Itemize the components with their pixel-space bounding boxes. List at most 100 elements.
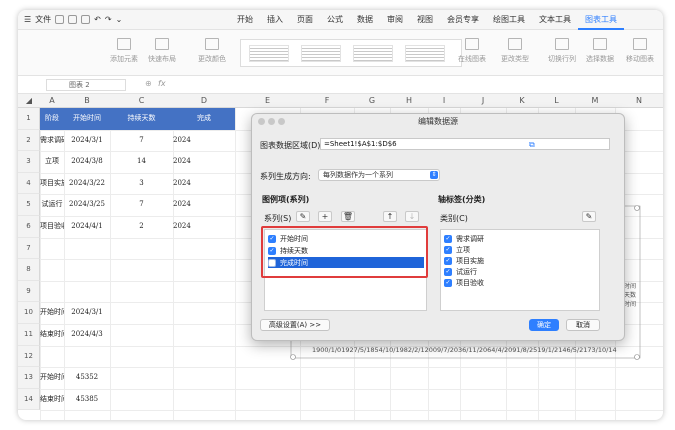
row-header-11[interactable]: 11 <box>18 324 40 346</box>
category-list[interactable]: ✓ 需求调研 ✓ 立项 ✓ 项目实施 ✓ 试运行 ✓ 项目验收 <box>440 229 600 311</box>
menu-icon[interactable]: ☰ <box>24 15 31 24</box>
row-header-1[interactable]: 1 <box>18 108 40 130</box>
cell-C6[interactable]: 2 <box>110 216 173 238</box>
column-header-F[interactable]: F <box>300 94 354 108</box>
redo-icon[interactable]: ↷ <box>105 15 112 24</box>
cell-D3[interactable]: 2024 <box>173 151 235 173</box>
cell-D1[interactable]: 完成 <box>173 108 235 130</box>
move-chart-button[interactable]: 移动图表 <box>626 38 654 64</box>
change-color-button[interactable]: 更改颜色 <box>198 38 226 64</box>
cell-A6[interactable]: 项目验收 <box>40 216 64 238</box>
cell-D4[interactable]: 2024 <box>173 173 235 195</box>
move-down-icon[interactable]: ↓ <box>405 211 419 222</box>
preview-icon[interactable] <box>81 15 91 24</box>
column-header-E[interactable]: E <box>235 94 300 108</box>
cell-B6[interactable]: 2024/4/1 <box>64 216 110 238</box>
category-checkbox[interactable]: ✓ <box>444 256 452 265</box>
row-header-4[interactable]: 4 <box>18 172 40 195</box>
cell-A2[interactable]: 需求调研 <box>40 130 64 152</box>
cell-B1[interactable]: 开始时间 <box>64 108 110 130</box>
range-picker-icon[interactable]: ⧉ <box>529 140 535 150</box>
cell-B4[interactable]: 2024/3/22 <box>64 173 110 195</box>
row-header-13[interactable]: 13 <box>18 367 40 389</box>
cell-A5[interactable]: 试运行 <box>40 194 64 216</box>
cell-C4[interactable]: 3 <box>110 173 173 195</box>
quick-layout-button[interactable]: 快速布局 <box>148 38 176 64</box>
cell-D2[interactable]: 2024 <box>173 130 235 152</box>
row-header-10[interactable]: 10 <box>18 302 40 324</box>
tab-5[interactable]: 审阅 <box>380 10 410 30</box>
row-header-12[interactable]: 12 <box>18 345 40 368</box>
cell-D6[interactable]: 2024 <box>173 216 235 238</box>
cell-B14[interactable]: 45385 <box>64 389 110 411</box>
row-header-2[interactable]: 2 <box>18 129 40 152</box>
cell-C1[interactable]: 持续天数 <box>110 108 173 130</box>
column-header-K[interactable]: K <box>506 94 538 108</box>
chart-handle[interactable] <box>634 354 640 360</box>
cell-D5[interactable]: 2024 <box>173 194 235 216</box>
cell-B13[interactable]: 45352 <box>64 367 110 389</box>
column-header-J[interactable]: J <box>460 94 506 108</box>
move-up-icon[interactable]: ↑ <box>383 211 397 222</box>
tab-6[interactable]: 视图 <box>410 10 440 30</box>
column-header-G[interactable]: G <box>354 94 390 108</box>
category-item[interactable]: ✓ 立项 <box>444 244 600 255</box>
print-icon[interactable] <box>68 15 78 24</box>
row-header-14[interactable]: 14 <box>18 388 40 411</box>
column-header-N[interactable]: N <box>615 94 663 108</box>
row-header-7[interactable]: 7 <box>18 237 40 260</box>
cell-A10[interactable]: 开始时间 <box>40 302 64 324</box>
cell-A3[interactable]: 立项 <box>40 151 64 173</box>
row-header-3[interactable]: 3 <box>18 151 40 173</box>
category-item[interactable]: ✓ 项目验收 <box>444 277 600 288</box>
tab-10[interactable]: 图表工具 <box>578 10 624 30</box>
chart-handle[interactable] <box>290 354 296 360</box>
column-header-H[interactable]: H <box>390 94 428 108</box>
category-item[interactable]: ✓ 试运行 <box>444 266 600 277</box>
cell-B11[interactable]: 2024/4/3 <box>64 324 110 346</box>
column-header-I[interactable]: I <box>428 94 460 108</box>
cell-A4[interactable]: 项目实施 <box>40 173 64 195</box>
column-header-D[interactable]: D <box>173 94 235 108</box>
cell-B10[interactable]: 2024/3/1 <box>64 302 110 324</box>
column-header-A[interactable]: A <box>40 94 64 108</box>
add-series-icon[interactable]: + <box>318 211 332 222</box>
select-data-button[interactable]: 选择数据 <box>586 38 614 64</box>
add-element-button[interactable]: 添加元素 <box>110 38 138 64</box>
tab-0[interactable]: 开始 <box>230 10 260 30</box>
column-header-B[interactable]: B <box>64 94 110 108</box>
fx-icon[interactable]: fx <box>158 79 166 88</box>
chart-style-2[interactable] <box>301 45 341 62</box>
tab-9[interactable]: 文本工具 <box>532 10 578 30</box>
category-checkbox[interactable]: ✓ <box>444 245 452 254</box>
category-item[interactable]: ✓ 项目实施 <box>444 255 600 266</box>
tab-3[interactable]: 公式 <box>320 10 350 30</box>
category-checkbox[interactable]: ✓ <box>444 267 452 276</box>
column-header-M[interactable]: M <box>575 94 615 108</box>
tab-4[interactable]: 数据 <box>350 10 380 30</box>
cell-C2[interactable]: 7 <box>110 130 173 152</box>
name-box[interactable]: 图表 2 <box>46 79 126 91</box>
tab-7[interactable]: 会员专享 <box>440 10 486 30</box>
online-chart-button[interactable]: 在线图表 <box>458 38 486 64</box>
tab-2[interactable]: 页面 <box>290 10 320 30</box>
cell-A13[interactable]: 开始时间 <box>40 367 64 389</box>
edit-category-icon[interactable]: ✎ <box>582 211 596 222</box>
cell-C3[interactable]: 14 <box>110 151 173 173</box>
undo-icon[interactable]: ↶ <box>94 15 101 24</box>
column-header-C[interactable]: C <box>110 94 173 108</box>
cell-B2[interactable]: 2024/3/1 <box>64 130 110 152</box>
select-all-corner[interactable]: ◢ <box>18 94 40 108</box>
edit-series-icon[interactable]: ✎ <box>296 211 310 222</box>
row-header-9[interactable]: 9 <box>18 280 40 303</box>
chevron-down-icon[interactable]: ⌄ <box>116 15 123 24</box>
cell-A1[interactable]: 阶段 <box>40 108 64 130</box>
column-header-L[interactable]: L <box>538 94 575 108</box>
save-icon[interactable] <box>55 15 65 24</box>
advanced-settings-button[interactable]: 高级设置(A) >> <box>260 319 330 331</box>
chart-style-3[interactable] <box>353 45 393 62</box>
cell-A14[interactable]: 结束时间 <box>40 389 64 411</box>
cell-A11[interactable]: 结束时间 <box>40 324 64 346</box>
chart-style-gallery[interactable] <box>240 39 462 67</box>
cell-B3[interactable]: 2024/3/8 <box>64 151 110 173</box>
